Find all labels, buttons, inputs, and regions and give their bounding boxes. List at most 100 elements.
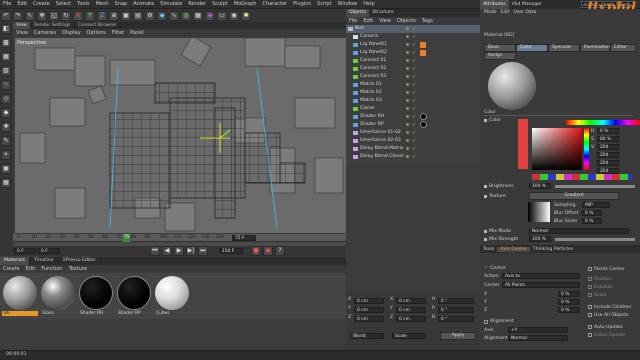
coord-rotation-field[interactable]: 0 ° <box>438 307 474 313</box>
vp-menu-options[interactable]: Options <box>87 29 106 37</box>
coord-size-field[interactable]: 0 cm <box>396 316 426 322</box>
object-name[interactable]: Shader RH <box>360 113 384 121</box>
blur-offset-field[interactable]: 0 % <box>582 210 602 216</box>
vp-menu-panel[interactable]: Panel <box>130 29 144 37</box>
undo-icon[interactable]: ↶ <box>1 10 11 21</box>
obj-menu-view[interactable]: View <box>379 17 391 25</box>
position-checkbox[interactable] <box>588 277 592 281</box>
render-view-icon[interactable]: ▣ <box>121 10 131 21</box>
menu-character[interactable]: Character <box>262 0 287 9</box>
material-glass[interactable]: Glass <box>40 276 76 318</box>
tab-materials[interactable]: Materials <box>0 257 31 265</box>
menu-mesh[interactable]: Mesh <box>95 0 108 9</box>
menu-edit[interactable]: Edit <box>17 0 27 9</box>
obj-menu-edit[interactable]: Edit <box>363 17 373 25</box>
visibility-dot-icon[interactable] <box>406 123 409 126</box>
enabled-check-icon[interactable]: ✓ <box>412 41 416 49</box>
enabled-check-icon[interactable]: ✓ <box>412 57 416 65</box>
lock-icon[interactable]: ▣ <box>1 164 11 174</box>
y-field[interactable]: 0 % <box>558 299 580 305</box>
tab-illumination[interactable]: Illumination <box>580 44 610 52</box>
menu-sculpt[interactable]: Sculpt <box>212 0 228 9</box>
camera-icon[interactable]: ◉ <box>229 10 239 21</box>
obj-menu-objects[interactable]: Objects <box>397 17 416 25</box>
x-axis-icon[interactable]: X <box>73 10 83 21</box>
render-settings-icon[interactable]: ⚙ <box>145 10 155 21</box>
attr-menu-mode[interactable]: Mode <box>484 10 497 15</box>
object-row[interactable]: Delay Blend Cloner ✓ <box>346 153 480 161</box>
tab-vkd-manager[interactable]: Vkd Manager <box>509 0 545 9</box>
redo-icon[interactable]: ↷ <box>13 10 23 21</box>
mat-menu-texture[interactable]: Texture <box>69 265 87 273</box>
menu-mograph[interactable]: MoGraph <box>234 0 257 9</box>
object-name[interactable]: Camera <box>360 33 378 41</box>
material-cubes[interactable]: Cubes <box>154 276 190 318</box>
axis-dropdown[interactable]: +Y <box>508 327 568 333</box>
color-picker-field[interactable] <box>532 128 582 170</box>
enabled-check-icon[interactable]: ✓ <box>412 145 416 153</box>
menu-tools[interactable]: Tools <box>77 0 89 9</box>
enabled-check-icon[interactable]: ✓ <box>412 121 416 129</box>
coord-size-field[interactable]: 0 cm <box>396 307 426 313</box>
brightness-field[interactable]: 100 % <box>529 183 551 189</box>
anim-dot-icon[interactable] <box>484 184 487 188</box>
visibility-dot-icon[interactable] <box>406 35 409 38</box>
mix-mode-dropdown[interactable]: Normal <box>529 228 629 234</box>
coord-rotation-field[interactable]: 0 ° <box>438 298 474 304</box>
s-field[interactable]: 80 % <box>597 136 619 142</box>
coord-mode-world[interactable]: World <box>350 333 384 339</box>
tab-structure[interactable]: Structure <box>369 9 396 17</box>
vp-menu-cameras[interactable]: Cameras <box>34 29 56 37</box>
tab-editor[interactable]: Editor <box>610 44 636 52</box>
object-name[interactable]: Matrix 03 <box>360 97 382 105</box>
visibility-dot-icon[interactable] <box>406 83 409 86</box>
object-row[interactable]: Matrix 01 ✓ <box>346 81 480 89</box>
object-row[interactable]: Null ✓ <box>346 25 480 33</box>
object-row[interactable]: Inheritance 01-02 ✓ <box>346 129 480 137</box>
visibility-dot-icon[interactable] <box>406 147 409 150</box>
enabled-check-icon[interactable]: ✓ <box>412 153 416 161</box>
object-row[interactable]: Lrg Panel01 ✓ <box>346 41 480 49</box>
brightness-slider[interactable] <box>555 184 635 188</box>
move-icon[interactable]: ✥ <box>37 10 47 21</box>
tab-attributes[interactable]: Attributes <box>480 0 509 9</box>
polygons-mode-icon[interactable]: ◆ <box>1 108 11 118</box>
coord-position-field[interactable]: 0 cm <box>354 316 384 322</box>
end-frame-field[interactable]: 150 F <box>219 248 243 254</box>
anim-dot-icon[interactable] <box>484 119 487 122</box>
obj-menu-tags[interactable]: Tags <box>422 17 433 25</box>
coord-position-field[interactable]: 0 cm <box>354 307 384 313</box>
visibility-dot-icon[interactable] <box>406 59 409 62</box>
object-name[interactable]: Connect 03 <box>360 73 386 81</box>
include-children-checkbox[interactable] <box>588 305 592 309</box>
menu-help[interactable]: Help <box>363 0 374 9</box>
use-all-objects-checkbox[interactable] <box>588 313 592 317</box>
object-row[interactable]: Camera ✓ <box>346 33 480 41</box>
object-row[interactable]: Cloner ✓ <box>346 105 480 113</box>
enabled-check-icon[interactable]: ✓ <box>412 81 416 89</box>
timeline-ruler[interactable]: 0 10 20 30 40 50 60 70 80 90 100 110 120 130 140 <box>13 234 346 242</box>
enabled-check-icon[interactable]: ✓ <box>412 73 416 81</box>
timeline-end-field[interactable]: 75 F <box>232 235 256 241</box>
visibility-dot-icon[interactable] <box>406 139 409 142</box>
tab-assign[interactable]: Assign <box>484 52 516 60</box>
alignment-checkbox[interactable] <box>484 319 488 324</box>
prev-frame-icon[interactable]: ◀ <box>162 246 172 256</box>
object-name[interactable]: Lrg Panel02 <box>360 49 387 57</box>
object-name[interactable]: Lrg Panel01 <box>360 41 387 49</box>
timeline[interactable]: 0 10 20 30 40 50 60 70 80 90 100 110 120 130 140 75 75… <box>13 234 346 246</box>
material-bg[interactable]: BG <box>2 276 38 318</box>
coord-rotation-field[interactable]: 0 ° <box>438 316 474 322</box>
anim-dot-icon[interactable] <box>484 237 487 241</box>
menu-simulate[interactable]: Simulate <box>160 0 182 9</box>
play-icon[interactable]: ▶ <box>174 246 184 256</box>
visibility-dot-icon[interactable] <box>406 107 409 110</box>
light-icon[interactable]: ✺ <box>241 10 251 21</box>
tab-xpresso-editor[interactable]: XPresso Editor <box>59 257 101 265</box>
object-row[interactable]: Matrix 03 ✓ <box>346 97 480 105</box>
record-icon[interactable]: ● <box>251 246 261 256</box>
coord-mode-scale[interactable]: Scale <box>392 333 426 339</box>
tab-axis-center[interactable]: Axis Center <box>497 246 530 252</box>
enabled-check-icon[interactable]: ✓ <box>412 33 416 41</box>
goto-start-icon[interactable]: ⏮ <box>150 246 160 256</box>
